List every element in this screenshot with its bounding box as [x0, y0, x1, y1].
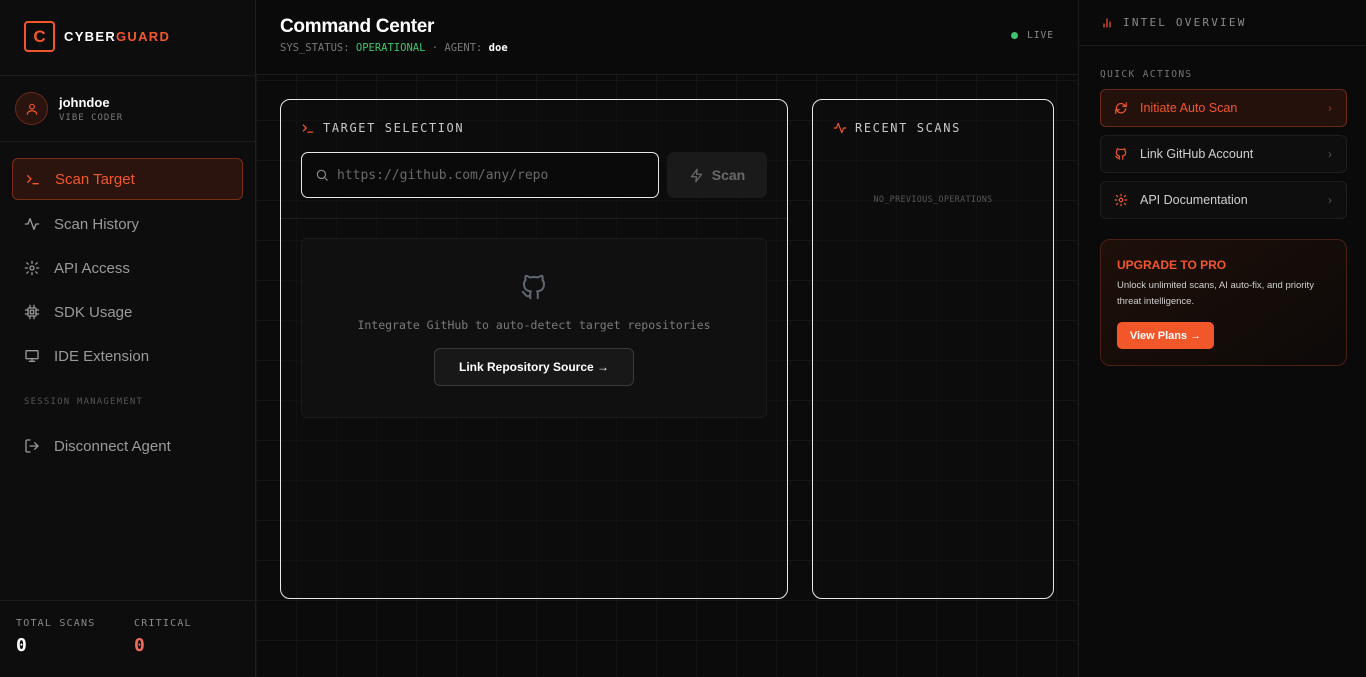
activity-icon — [24, 216, 40, 232]
brand-name-part2: GUARD — [116, 29, 171, 44]
nav-item-ide-extension[interactable]: IDE Extension — [12, 335, 243, 377]
top-bar: Command Center SYS_STATUS: OPERATIONAL ·… — [256, 0, 1078, 75]
total-scans-stat: TOTAL SCANS 0 — [16, 618, 134, 656]
link-github-account-button[interactable]: Link GitHub Account › — [1100, 135, 1347, 173]
target-selection-panel: TARGET SELECTION Scan Integrate GitHub t… — [280, 99, 788, 599]
lightning-icon — [689, 168, 704, 183]
recent-scans-title: RECENT SCANS — [855, 121, 961, 135]
critical-label: CRITICAL — [134, 618, 192, 629]
intel-overview-header: INTEL OVERVIEW — [1079, 0, 1366, 46]
brand[interactable]: C CYBERGUARD — [24, 21, 170, 52]
sys-status-label: SYS_STATUS: — [280, 42, 350, 54]
gear-icon — [1114, 193, 1128, 207]
nav-item-scan-target[interactable]: Scan Target — [12, 158, 243, 200]
terminal-icon — [301, 121, 315, 135]
chip-icon — [24, 304, 40, 320]
avatar — [15, 92, 48, 125]
empty-state-text: NO_PREVIOUS_OPERATIONS — [873, 195, 993, 205]
initiate-auto-scan-label: Initiate Auto Scan — [1140, 101, 1238, 115]
brand-name: CYBERGUARD — [64, 29, 170, 44]
chevron-right-icon: › — [1328, 101, 1332, 115]
stats-panel: TOTAL SCANS 0 CRITICAL 0 — [16, 618, 252, 656]
intel-overview-title: INTEL OVERVIEW — [1123, 16, 1247, 29]
total-scans-value: 0 — [16, 635, 27, 656]
user-icon — [26, 103, 37, 115]
live-dot — [1011, 32, 1019, 39]
integrate-github-text: Integrate GitHub to auto-detect target r… — [357, 318, 711, 332]
system-status-line: SYS_STATUS: OPERATIONAL · AGENT: doe — [280, 42, 508, 54]
target-selection-title: TARGET SELECTION — [323, 121, 465, 135]
user-name: johndoe — [59, 94, 110, 110]
divider — [0, 75, 256, 76]
nav-item-api-access[interactable]: API Access — [12, 247, 243, 289]
left-sidebar: C CYBERGUARD johndoe VIBE CODER Scan Tar… — [0, 0, 256, 677]
divider — [0, 141, 256, 142]
github-integration-box: Integrate GitHub to auto-detect target r… — [301, 238, 767, 418]
divider — [0, 600, 256, 601]
upgrade-card: UPGRADE TO PRO Unlock unlimited scans, A… — [1100, 239, 1347, 366]
search-icon — [315, 168, 329, 182]
agent-value: doe — [488, 42, 508, 54]
repo-url-field[interactable] — [301, 152, 659, 198]
target-selection-heading: TARGET SELECTION — [301, 121, 464, 135]
github-icon — [1114, 147, 1128, 161]
terminal-icon — [25, 171, 41, 187]
initiate-auto-scan-button[interactable]: Initiate Auto Scan › — [1100, 89, 1347, 127]
link-repository-source-button[interactable]: Link Repository Source → — [434, 348, 634, 386]
view-plans-button[interactable]: View Plans → — [1117, 322, 1214, 349]
disconnect-agent-button[interactable]: Disconnect Agent — [12, 425, 243, 467]
page-title: Command Center — [280, 16, 435, 37]
right-sidebar: INTEL OVERVIEW QUICK ACTIONS Initiate Au… — [1078, 0, 1366, 677]
chevron-right-icon: › — [1328, 193, 1332, 207]
recent-scans-heading: RECENT SCANS — [833, 121, 961, 135]
nav-item-label: Scan History — [54, 215, 140, 233]
agent-label: AGENT: — [444, 42, 483, 54]
disconnect-agent-label: Disconnect Agent — [54, 437, 171, 455]
refresh-icon — [1114, 101, 1128, 115]
brand-name-part1: CYBER — [64, 29, 117, 44]
github-icon — [519, 271, 549, 308]
link-github-account-label: Link GitHub Account — [1140, 147, 1254, 161]
brand-logo: C — [24, 21, 55, 52]
upgrade-title: UPGRADE TO PRO — [1117, 258, 1227, 272]
bar-chart-icon — [1101, 17, 1113, 29]
logout-icon — [24, 438, 40, 454]
nav-item-label: SDK Usage — [54, 303, 133, 321]
chevron-right-icon: › — [1328, 147, 1332, 161]
scan-button[interactable]: Scan — [667, 152, 767, 198]
live-label: LIVE — [1027, 30, 1054, 41]
critical-stat: CRITICAL 0 — [134, 618, 252, 656]
status-separator: · — [431, 42, 439, 54]
live-indicator: LIVE — [1011, 30, 1054, 41]
user-role: VIBE CODER — [59, 112, 124, 123]
user-profile[interactable]: johndoe VIBE CODER — [15, 92, 123, 125]
session-management-label: SESSION MANAGEMENT — [24, 397, 144, 407]
quick-actions-label: QUICK ACTIONS — [1100, 69, 1193, 80]
scan-button-label: Scan — [711, 167, 746, 183]
activity-icon — [833, 121, 847, 135]
nav-item-scan-history[interactable]: Scan History — [12, 203, 243, 245]
divider — [281, 218, 787, 219]
upgrade-description: Unlock unlimited scans, AI auto-fix, and… — [1117, 280, 1314, 307]
nav-item-label: Scan Target — [55, 170, 135, 188]
gear-icon — [24, 260, 40, 276]
api-documentation-label: API Documentation — [1140, 193, 1248, 207]
recent-scans-panel: RECENT SCANS NO_PREVIOUS_OPERATIONS — [812, 99, 1054, 599]
sys-status-value: OPERATIONAL — [355, 42, 426, 54]
nav-item-label: IDE Extension — [54, 347, 150, 365]
nav-item-label: API Access — [54, 259, 130, 277]
critical-value: 0 — [134, 635, 145, 656]
total-scans-label: TOTAL SCANS — [16, 618, 96, 629]
nav-item-sdk-usage[interactable]: SDK Usage — [12, 291, 243, 333]
main-content: Command Center SYS_STATUS: OPERATIONAL ·… — [256, 0, 1078, 677]
api-documentation-button[interactable]: API Documentation › — [1100, 181, 1347, 219]
monitor-icon — [24, 348, 40, 364]
repo-url-input[interactable] — [337, 167, 637, 183]
